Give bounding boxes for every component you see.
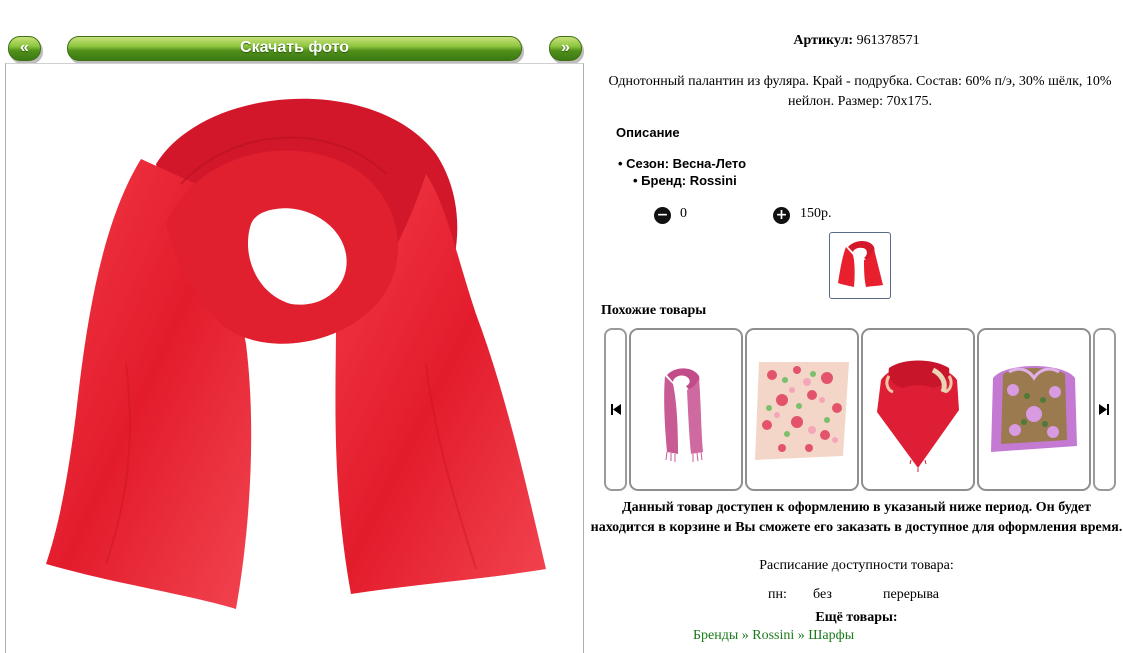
similar-item-floral-scarf[interactable] xyxy=(745,328,859,491)
carousel-prev-button[interactable] xyxy=(604,328,627,491)
similar-item-image xyxy=(991,366,1077,452)
similar-item-red-shawl[interactable] xyxy=(861,328,975,491)
similar-item-lilac-paisley-shawl[interactable] xyxy=(977,328,1091,491)
skip-forward-icon xyxy=(1099,404,1109,415)
schedule-to: перерыва xyxy=(883,587,939,602)
article-label: Артикул: xyxy=(793,33,854,48)
similar-item-image xyxy=(664,368,703,462)
quantity-value: 0 xyxy=(680,206,687,221)
description-heading: Описание xyxy=(616,125,680,140)
similar-item-image xyxy=(877,360,959,472)
article-value: 961378571 xyxy=(856,33,920,48)
schedule-title: Расписание доступности товара: xyxy=(759,558,954,573)
schedule-day: пн: xyxy=(768,587,787,602)
carousel-next-button[interactable] xyxy=(1093,328,1116,491)
product-thumbnail[interactable] xyxy=(829,232,891,299)
availability-notice: Данный товар доступен к оформлению в ука… xyxy=(590,500,1123,535)
product-photo-frame xyxy=(5,63,584,653)
thumbnail-image xyxy=(838,241,883,287)
skip-back-icon xyxy=(611,404,621,415)
more-title: Ещё товары: xyxy=(815,610,898,625)
minus-icon[interactable]: − xyxy=(654,207,671,224)
price-value: 150р. xyxy=(800,206,832,221)
next-photo-button[interactable]: » xyxy=(549,36,582,61)
similar-item-image xyxy=(755,362,849,460)
plus-icon[interactable]: + xyxy=(773,207,790,224)
attribute-season: • Сезон: Весна-Лето xyxy=(618,156,747,171)
prev-photo-button[interactable]: « xyxy=(8,36,41,61)
brand-category-link[interactable]: Бренды » Rossini » Шарфы xyxy=(693,628,854,644)
similar-title: Похожие товары xyxy=(601,303,707,318)
similar-item-pink-scarf[interactable] xyxy=(629,328,743,491)
download-photo-button[interactable]: Скачать фото xyxy=(67,36,522,61)
product-description: Однотонный палантин из фуляра. Край - по… xyxy=(608,74,1112,109)
attributes-list: • Сезон: Весна-Лето • Бренд: Rossini xyxy=(618,155,746,189)
attribute-brand: • Бренд: Rossini xyxy=(633,173,737,188)
product-photo xyxy=(46,98,546,609)
schedule-from: без xyxy=(813,587,832,602)
article-line: Артикул: 961378571 xyxy=(590,33,1123,49)
